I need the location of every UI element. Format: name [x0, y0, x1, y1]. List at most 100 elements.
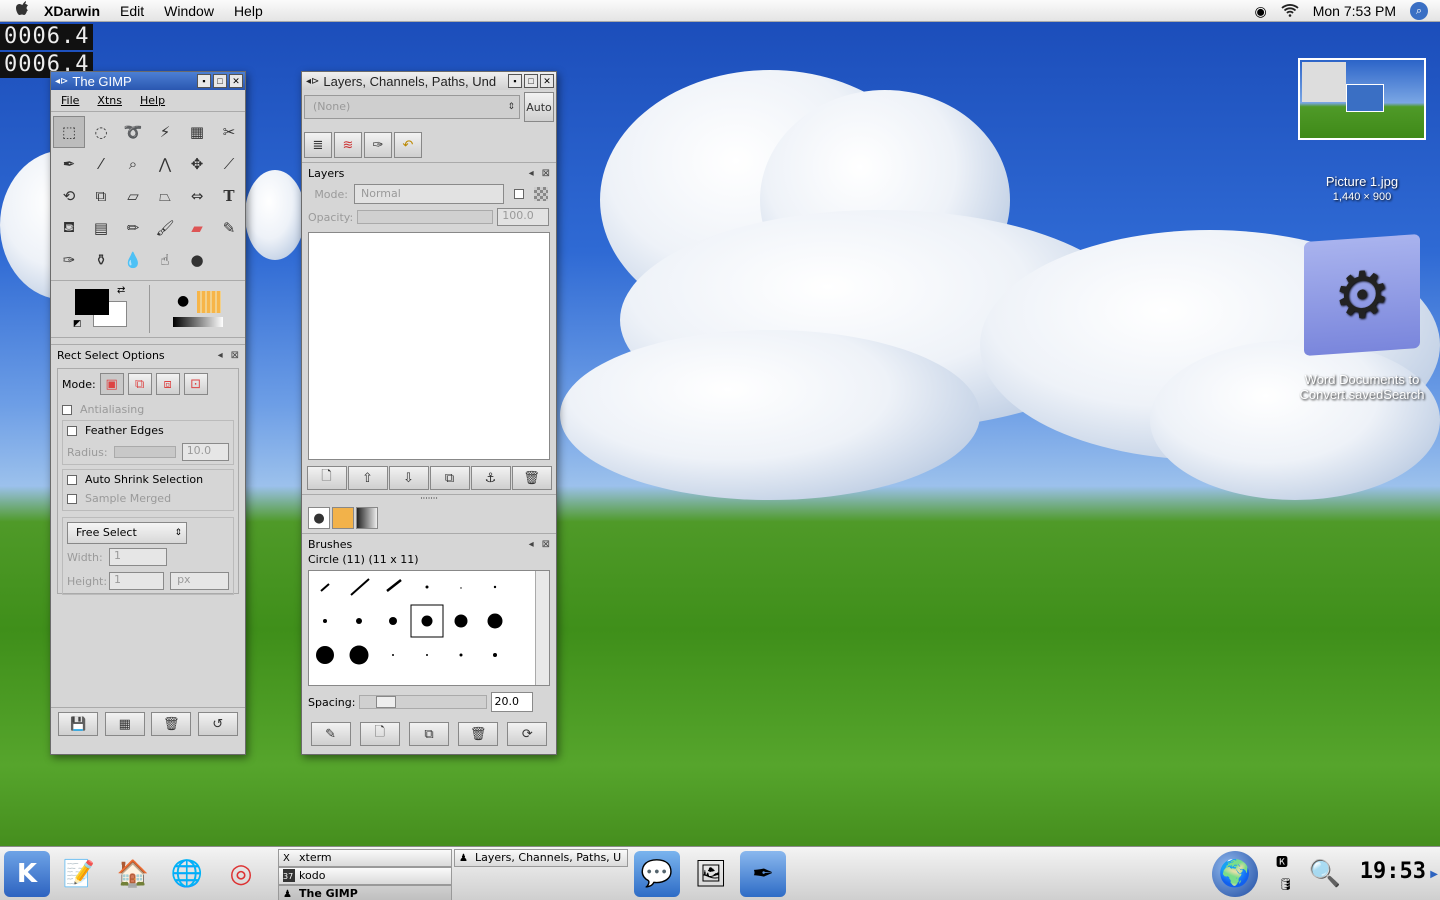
eraser-tool-icon[interactable]: ▰ [181, 212, 213, 244]
opacity-input[interactable]: 100.0 [497, 208, 550, 226]
layers-titlebar[interactable]: ◂⊳ Layers, Channels, Paths, Und ▪ □ ✕ [302, 72, 556, 90]
desktop-icon-saved-search[interactable]: ⚙ Word Documents to Convert.savedSearch [1290, 233, 1434, 402]
paths-tool-icon[interactable]: ✒ [53, 148, 85, 180]
select-by-color-tool-icon[interactable]: ▦ [181, 116, 213, 148]
pencil-tool-icon[interactable]: ✏ [117, 212, 149, 244]
panel-close-icon[interactable]: ⊠ [231, 350, 239, 361]
task-kodo[interactable]: 37 kodo [278, 867, 452, 885]
raise-layer-button[interactable]: ⇧ [347, 466, 388, 490]
apple-menu-icon[interactable] [16, 0, 40, 21]
layers-list[interactable] [308, 232, 550, 460]
tab-channels[interactable]: ≋ [334, 132, 362, 158]
menu-window[interactable]: Window [154, 3, 224, 19]
menubar-clock[interactable]: Mon 7:53 PM [1313, 3, 1396, 19]
refresh-brushes-button[interactable]: ⟳ [507, 722, 548, 746]
auto-button[interactable]: Auto [524, 92, 554, 122]
duplicate-layer-button[interactable]: ⧉ [429, 466, 470, 490]
new-brush-button[interactable]: 🗋 [359, 722, 400, 746]
delete-brush-button[interactable]: 🗑 [458, 722, 499, 746]
edit-brush-button[interactable]: ✎ [310, 722, 351, 746]
image-viewer-icon[interactable]: 🖼 [688, 851, 734, 897]
duplicate-brush-button[interactable]: ⧉ [408, 722, 449, 746]
fuzzy-select-tool-icon[interactable]: ⚡ [149, 116, 181, 148]
blur-tool-icon[interactable]: 💧 [117, 244, 149, 276]
window-menu-icon[interactable]: ◂⊳ [55, 76, 68, 87]
task-gimp[interactable]: ♟ The GIMP [278, 885, 452, 900]
scale-tool-icon[interactable]: ⧉ [85, 180, 117, 212]
help-lifebuoy-icon[interactable]: ◎ [218, 851, 264, 897]
taskbar-clock[interactable]: 19:53 [1360, 859, 1426, 884]
blend-tool-icon[interactable]: ▤ [85, 212, 117, 244]
width-input[interactable]: 1 [109, 548, 167, 566]
free-select-dropdown[interactable]: Free Select ⇕ [67, 522, 187, 544]
gimp-titlebar[interactable]: ◂⊳ The GIMP ▪ □ ✕ [51, 72, 245, 90]
mode-replace-button[interactable]: ▣ [99, 373, 124, 395]
lower-layer-button[interactable]: ⇩ [388, 466, 429, 490]
panel-menu-icon-3[interactable]: ◂ [529, 539, 534, 550]
brush-grid[interactable] [308, 570, 550, 686]
pen-tool-icon[interactable]: ✒ [740, 851, 786, 897]
dodge-burn-tool-icon[interactable]: ● [181, 244, 213, 276]
default-colors-icon[interactable]: ◩ [73, 319, 82, 329]
pane-resize-handle[interactable]: ······· [302, 494, 556, 503]
new-layer-button[interactable]: 🗋 [306, 466, 347, 490]
text-editor-icon[interactable]: 📝 [56, 851, 102, 897]
search-magnifier-icon[interactable]: 🔍 [1302, 851, 1348, 897]
bucket-fill-tool-icon[interactable]: ⛾ [53, 212, 85, 244]
menu-edit[interactable]: Edit [110, 3, 154, 19]
menu-help-gimp[interactable]: Help [140, 94, 165, 107]
image-select-dropdown[interactable]: (None) ⇕ [304, 95, 520, 119]
taskbar-arrow-icon[interactable]: ▶ [1430, 869, 1438, 880]
minimize-button[interactable]: ▪ [197, 74, 211, 88]
sample-merged-checkbox[interactable] [67, 494, 77, 504]
flip-tool-icon[interactable]: ⇔ [181, 180, 213, 212]
network-globe-icon[interactable]: 🌍 [1212, 851, 1258, 897]
tab-paths[interactable]: ✑ [364, 132, 392, 158]
unit-select[interactable]: px [170, 572, 229, 590]
menu-xtns[interactable]: Xtns [97, 94, 122, 107]
color-picker-tool-icon[interactable]: ⁄ [85, 148, 117, 180]
tab-undo[interactable]: ↶ [394, 132, 422, 158]
panel-close-icon-2[interactable]: ⊠ [542, 168, 550, 179]
kopete-icon[interactable]: 💬 [634, 851, 680, 897]
auto-shrink-checkbox[interactable] [67, 475, 77, 485]
mode-intersect-button[interactable]: ⊡ [183, 373, 208, 395]
pattern-preview[interactable] [197, 291, 221, 313]
layer-mode-select[interactable]: Normal [354, 184, 504, 204]
zoom-tool-icon[interactable]: ⌕ [117, 148, 149, 180]
foreground-color-swatch[interactable] [75, 289, 109, 315]
wifi-icon[interactable] [1281, 3, 1299, 20]
sync-icon[interactable]: ◉ [1255, 3, 1267, 20]
menu-xdarwin[interactable]: XDarwin [40, 3, 110, 19]
shear-tool-icon[interactable]: ▱ [117, 180, 149, 212]
maximize-button[interactable]: □ [213, 74, 227, 88]
feather-edges-checkbox[interactable] [67, 426, 77, 436]
clone-tool-icon[interactable]: ⚱ [85, 244, 117, 276]
tab-patterns[interactable] [332, 507, 354, 529]
window-menu-icon-2[interactable]: ◂⊳ [306, 76, 319, 87]
mode-add-button[interactable]: ⧉ [127, 373, 152, 395]
tab-brushes[interactable]: ● [308, 507, 330, 529]
spacing-slider[interactable] [359, 695, 488, 709]
scissors-tool-icon[interactable]: ✂ [213, 116, 245, 148]
keep-trans-checkbox[interactable] [514, 189, 524, 199]
ink-tool-icon[interactable]: ✑ [53, 244, 85, 276]
spacing-input[interactable]: 20.0 [491, 692, 534, 712]
height-input[interactable]: 1 [109, 572, 165, 590]
move-tool-icon[interactable]: ✥ [181, 148, 213, 180]
rotate-tool-icon[interactable]: ⟲ [53, 180, 85, 212]
panel-menu-icon[interactable]: ◂ [218, 350, 223, 361]
mode-subtract-button[interactable]: ⧈ [155, 373, 180, 395]
menu-help[interactable]: Help [224, 3, 273, 19]
close-button[interactable]: ✕ [229, 74, 243, 88]
rect-select-tool-icon[interactable]: ⬚ [53, 116, 85, 148]
lasso-tool-icon[interactable]: ➰ [117, 116, 149, 148]
tab-gradients[interactable] [356, 507, 378, 529]
task-xterm[interactable]: X xterm [278, 849, 452, 867]
systray-db-icon[interactable]: 🛢 [1278, 877, 1294, 895]
reset-options-button[interactable]: ↺ [197, 712, 238, 736]
close-button-2[interactable]: ✕ [540, 74, 554, 88]
menu-file[interactable]: File [61, 94, 79, 107]
smudge-tool-icon[interactable]: ☝ [149, 244, 181, 276]
perspective-tool-icon[interactable]: ⏢ [149, 180, 181, 212]
